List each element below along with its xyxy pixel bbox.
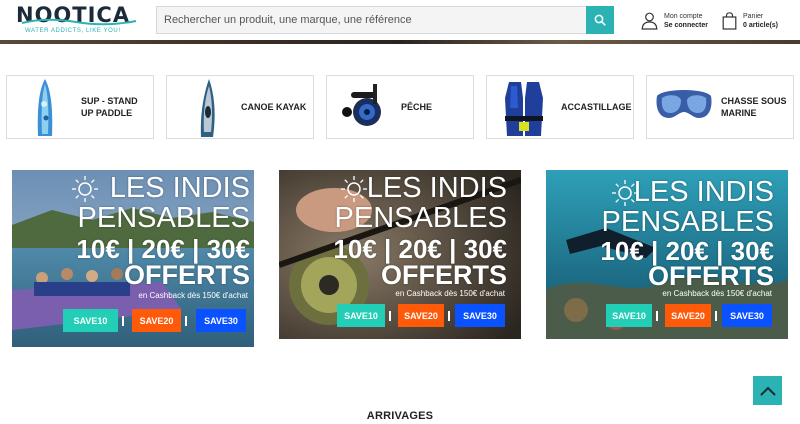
promo-offered: OFFERTS xyxy=(124,260,250,290)
category-label: SUP - STAND UP PADDLE xyxy=(81,96,138,118)
code-save20[interactable]: SAVE20 xyxy=(665,304,711,327)
category-label: CHASSE SOUS MARINE xyxy=(721,96,787,118)
code-save20[interactable]: SAVE20 xyxy=(398,304,444,327)
category-label: ACCASTILLAGE xyxy=(561,102,632,112)
code-separator xyxy=(448,311,450,321)
category-chasse-sous-marine[interactable]: CHASSE SOUS MARINE xyxy=(646,75,794,139)
login-label: Se connecter xyxy=(664,22,708,29)
account-label: Mon compte xyxy=(664,13,703,20)
account-text: Mon compte Se connecter xyxy=(664,12,708,30)
category-canoe-kayak[interactable]: CANOE KAYAK xyxy=(166,75,314,139)
paddle-board-image xyxy=(37,79,53,136)
promo-title-line1: LES INDIS xyxy=(633,176,774,208)
cart-label: Panier xyxy=(743,13,764,20)
category-list: SUP - STAND UP PADDLE CANOE KAYAK PÊCHE … xyxy=(6,75,794,139)
search-bar xyxy=(156,6,614,34)
code-separator xyxy=(185,316,187,326)
code-save10[interactable]: SAVE10 xyxy=(63,309,118,332)
promo-title-line1: LES INDIS xyxy=(109,172,250,204)
promo-note: en Cashback dès 150€ d'achat xyxy=(395,289,505,298)
cart-text: Panier 0 article(s) xyxy=(743,12,778,30)
search-button[interactable] xyxy=(586,6,614,34)
hero-image-strip xyxy=(0,40,800,44)
code-separator xyxy=(715,311,717,321)
promo-offered: OFFERTS xyxy=(648,261,774,291)
sun-icon xyxy=(72,176,98,202)
category-label: PÊCHE xyxy=(401,102,433,112)
cart-count: 0 article(s) xyxy=(743,22,779,29)
code-separator xyxy=(122,316,124,326)
logo-tagline: WATER ADDICTS, LIKE YOU! xyxy=(25,28,121,34)
shopping-bag-icon xyxy=(722,12,737,30)
promo-offered: OFFERTS xyxy=(381,260,507,290)
site-logo[interactable]: NOOTICA WATER ADDICTS, LIKE YOU! xyxy=(16,4,140,36)
promo-note: en Cashback dès 150€ d'achat xyxy=(138,291,248,300)
category-peche[interactable]: PÊCHE xyxy=(326,75,474,139)
user-icon xyxy=(641,12,658,30)
life-jacket-image xyxy=(505,82,543,136)
search-input[interactable] xyxy=(157,7,585,33)
code-separator xyxy=(656,311,658,321)
section-title-arrivages: ARRIVAGES xyxy=(366,410,434,422)
category-label: CANOE KAYAK xyxy=(241,102,307,112)
code-separator xyxy=(389,311,391,321)
cart-link[interactable]: Panier 0 article(s) xyxy=(722,9,778,33)
fishing-reel-image xyxy=(342,84,381,126)
promo-title-line2: PENSABLES xyxy=(77,202,250,234)
back-to-top-button[interactable] xyxy=(753,376,782,405)
promo-banner-diving[interactable]: LES INDIS PENSABLES 10€ | 20€ | 30€ OFFE… xyxy=(546,170,788,339)
code-save30[interactable]: SAVE30 xyxy=(455,304,505,327)
search-icon xyxy=(594,14,606,26)
account-link[interactable]: Mon compte Se connecter xyxy=(641,9,708,33)
code-save10[interactable]: SAVE10 xyxy=(337,304,385,327)
site-header: NOOTICA WATER ADDICTS, LIKE YOU! Mon com… xyxy=(0,0,800,41)
promo-title-line2: PENSABLES xyxy=(601,206,774,238)
code-save20[interactable]: SAVE20 xyxy=(132,309,181,332)
kayak-image xyxy=(200,79,215,137)
code-save30[interactable]: SAVE30 xyxy=(722,304,772,327)
promo-title-line2: PENSABLES xyxy=(334,202,507,234)
code-save10[interactable]: SAVE10 xyxy=(606,304,652,327)
promo-amounts: 10€ | 20€ | 30€ xyxy=(76,234,250,264)
diving-mask-image xyxy=(656,90,712,118)
logo-wave-icon xyxy=(21,18,137,26)
promo-banner-fishing[interactable]: LES INDIS PENSABLES 10€ | 20€ | 30€ OFFE… xyxy=(279,170,521,339)
code-save30[interactable]: SAVE30 xyxy=(196,309,246,332)
category-accastillage[interactable]: ACCASTILLAGE xyxy=(486,75,634,139)
promo-title-line1: LES INDIS xyxy=(366,172,507,204)
promo-amounts: 10€ | 20€ | 30€ xyxy=(333,234,507,264)
category-sup[interactable]: SUP - STAND UP PADDLE xyxy=(6,75,154,139)
sun-icon xyxy=(341,176,367,202)
promo-note: en Cashback dès 150€ d'achat xyxy=(662,289,772,298)
promo-banner-kayak[interactable]: LES INDIS PENSABLES 10€ | 20€ | 30€ OFFE… xyxy=(12,170,254,347)
chevron-up-icon xyxy=(760,386,775,395)
